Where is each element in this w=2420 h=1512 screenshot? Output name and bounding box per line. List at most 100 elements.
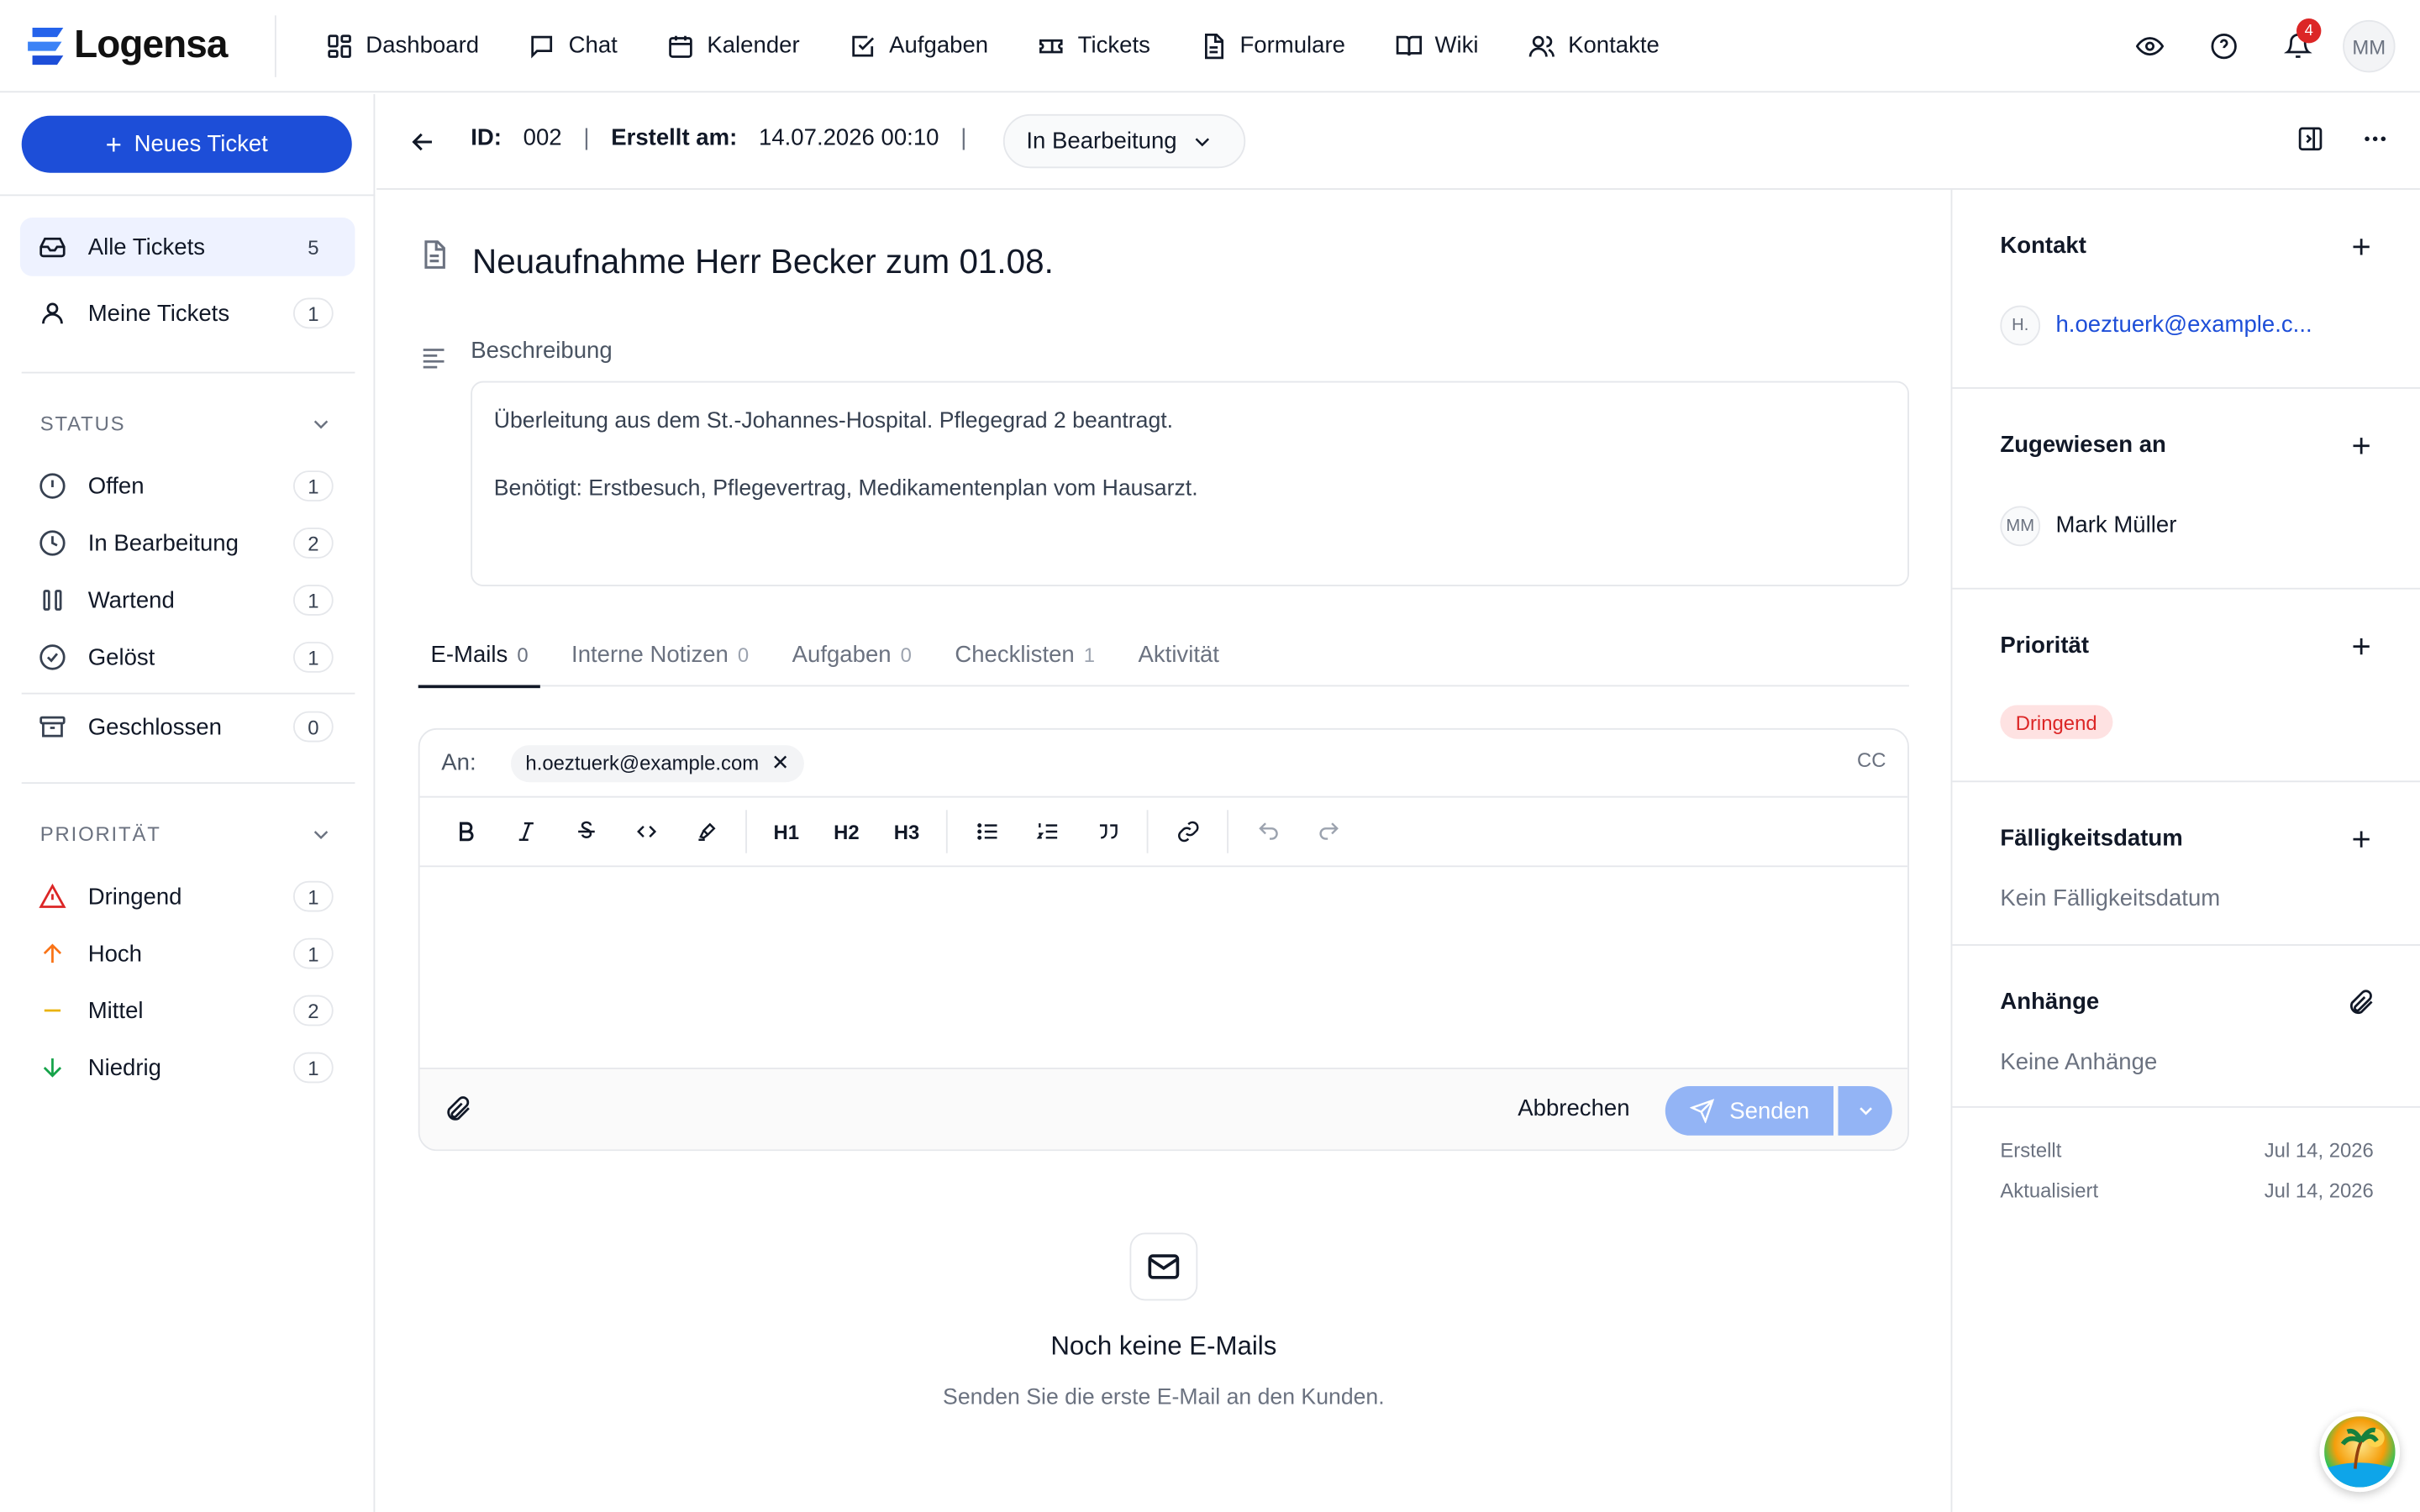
sidebar-item-open[interactable]: Offen 1 <box>20 457 355 516</box>
heading3-button[interactable]: H3 <box>876 808 937 854</box>
link-icon <box>1177 821 1198 843</box>
tab-emails[interactable]: E-Mails 0 <box>418 622 541 689</box>
send-button[interactable]: Senden <box>1665 1086 1833 1136</box>
sidebar-item-in-progress[interactable]: In Bearbeitung 2 <box>20 514 355 573</box>
ordered-list-button[interactable] <box>1017 808 1077 854</box>
logo[interactable]: Logensa <box>28 24 247 68</box>
sidebar-item-all-tickets[interactable]: Alle Tickets 5 <box>19 217 355 276</box>
contact-avatar: H. <box>2000 305 2041 346</box>
divider <box>1952 780 2420 783</box>
tab-internal-notes[interactable]: Interne Notizen 0 <box>559 622 761 686</box>
status-section-heading: STATUS <box>39 412 126 435</box>
code-button[interactable] <box>616 808 676 854</box>
separator: | <box>583 124 590 151</box>
clock-icon <box>39 530 66 556</box>
tab-label: Checklisten <box>955 641 1075 668</box>
help-button[interactable] <box>2197 20 2249 72</box>
more-options-button[interactable] <box>2361 125 2389 160</box>
sidebar-item-urgent[interactable]: Dringend 1 <box>20 867 355 926</box>
sidebar-item-resolved[interactable]: Gelöst 1 <box>20 628 355 687</box>
sidebar-item-waiting[interactable]: Wartend 1 <box>20 571 355 630</box>
sidebar-item-label: Niedrig <box>87 1054 161 1081</box>
assistant-avatar-button[interactable] <box>2319 1411 2401 1493</box>
logo-text: Logensa <box>74 23 228 66</box>
tab-tasks[interactable]: Aufgaben 0 <box>780 622 924 686</box>
created-meta-value: Jul 14, 2026 <box>2264 1138 2374 1163</box>
sidebar-item-high[interactable]: Hoch 1 <box>20 924 355 983</box>
quote-button[interactable] <box>1077 808 1138 854</box>
contact-email-link[interactable]: h.oeztuerk@example.c... <box>2055 312 2312 338</box>
bold-button[interactable] <box>435 808 496 854</box>
remove-icon[interactable]: ✕ <box>771 750 790 776</box>
nav-contacts[interactable]: Kontakte <box>1503 23 1684 69</box>
redo-button[interactable] <box>1298 808 1359 854</box>
description-field[interactable]: Überleitung aus dem St.-Johannes-Hospita… <box>471 381 1909 586</box>
tab-label: Aufgaben <box>792 641 892 668</box>
sidebar-item-my-tickets[interactable]: Meine Tickets 1 <box>20 284 355 343</box>
highlight-button[interactable] <box>676 808 736 854</box>
chevron-down-icon[interactable] <box>308 822 333 847</box>
priority-badge[interactable]: Dringend <box>2000 705 2113 739</box>
attach-button[interactable] <box>445 1095 472 1123</box>
paperclip-icon[interactable] <box>2348 989 2375 1016</box>
add-assignee-button[interactable] <box>2348 432 2375 459</box>
created-date: 14.07.2026 00:10 <box>758 124 939 151</box>
recipient-email: h.oeztuerk@example.com <box>525 751 760 775</box>
heading1-button[interactable]: H1 <box>756 808 817 854</box>
sidebar-item-medium[interactable]: Mittel 2 <box>20 981 355 1040</box>
toggle-panel-button[interactable] <box>2296 125 2324 160</box>
nav-tickets[interactable]: Tickets <box>1013 23 1176 69</box>
email-composer: An: h.oeztuerk@example.com ✕ CC H1 H2 H3 <box>418 727 1909 1152</box>
preview-button[interactable] <box>2123 20 2175 72</box>
sidebar-item-label: Geschlossen <box>87 713 222 740</box>
set-priority-button[interactable] <box>2348 633 2375 660</box>
count-badge: 2 <box>292 995 334 1026</box>
ticket-id: 002 <box>523 124 562 151</box>
link-button[interactable] <box>1158 808 1218 854</box>
assignee-name[interactable]: Mark Müller <box>2055 512 2176 538</box>
heading2-button[interactable]: H2 <box>817 808 877 854</box>
chevron-down-icon <box>1194 137 1209 146</box>
nav-tasks[interactable]: Aufgaben <box>824 23 1013 69</box>
cancel-button[interactable]: Abbrechen <box>1518 1095 1629 1121</box>
toolbar-divider <box>1146 810 1149 853</box>
recipient-chip[interactable]: h.oeztuerk@example.com ✕ <box>510 744 805 782</box>
bullet-list-button[interactable] <box>957 808 1018 854</box>
nav-chat[interactable]: Chat <box>503 23 642 69</box>
tab-checklists[interactable]: Checklisten 1 <box>943 622 1107 686</box>
new-ticket-button[interactable]: + Neues Ticket <box>21 115 352 173</box>
updated-meta-value: Jul 14, 2026 <box>2264 1179 2374 1202</box>
email-body-editor[interactable] <box>419 867 1908 1069</box>
divider <box>274 14 276 76</box>
ticket-details-panel: Kontakt H. h.oeztuerk@example.c... Zugew… <box>1950 189 2420 1512</box>
nav-dashboard[interactable]: Dashboard <box>301 23 503 69</box>
strikethrough-button[interactable] <box>555 808 616 854</box>
cc-button[interactable]: CC <box>1857 748 1886 772</box>
sidebar-item-low[interactable]: Niedrig 1 <box>20 1038 355 1097</box>
chevron-down-icon[interactable] <box>308 412 333 436</box>
back-arrow-icon[interactable] <box>408 127 439 158</box>
user-avatar[interactable]: MM <box>2343 19 2396 73</box>
send-options-button[interactable] <box>1838 1086 1892 1136</box>
chat-icon <box>532 34 553 58</box>
notifications-button[interactable]: 4 <box>2272 18 2324 72</box>
add-contact-button[interactable] <box>2348 233 2375 260</box>
ticket-content: Neuaufnahme Herr Becker zum 01.08. Besch… <box>376 190 1950 1512</box>
set-due-date-button[interactable] <box>2348 826 2375 853</box>
tab-activity[interactable]: Aktivität <box>1126 622 1232 686</box>
nav-forms[interactable]: Formulare <box>1175 23 1370 69</box>
sidebar-item-closed[interactable]: Geschlossen 0 <box>20 697 355 756</box>
count-badge: 1 <box>292 880 334 912</box>
tab-label: Interne Notizen <box>571 641 729 668</box>
undo-button[interactable] <box>1238 808 1298 854</box>
ticket-title[interactable]: Neuaufnahme Herr Becker zum 01.08. <box>472 242 1054 282</box>
divider <box>21 692 355 695</box>
recipient-row: An: h.oeztuerk@example.com ✕ CC <box>419 730 1908 798</box>
italic-button[interactable] <box>496 808 556 854</box>
composer-footer: Abbrechen Senden <box>419 1068 1908 1150</box>
status-dropdown[interactable]: In Bearbeitung <box>1002 113 1246 169</box>
id-label: ID: <box>471 124 502 151</box>
nav-calendar[interactable]: Kalender <box>642 23 824 69</box>
nav-wiki[interactable]: Wiki <box>1370 23 1503 69</box>
bullet-list-icon <box>976 823 997 840</box>
